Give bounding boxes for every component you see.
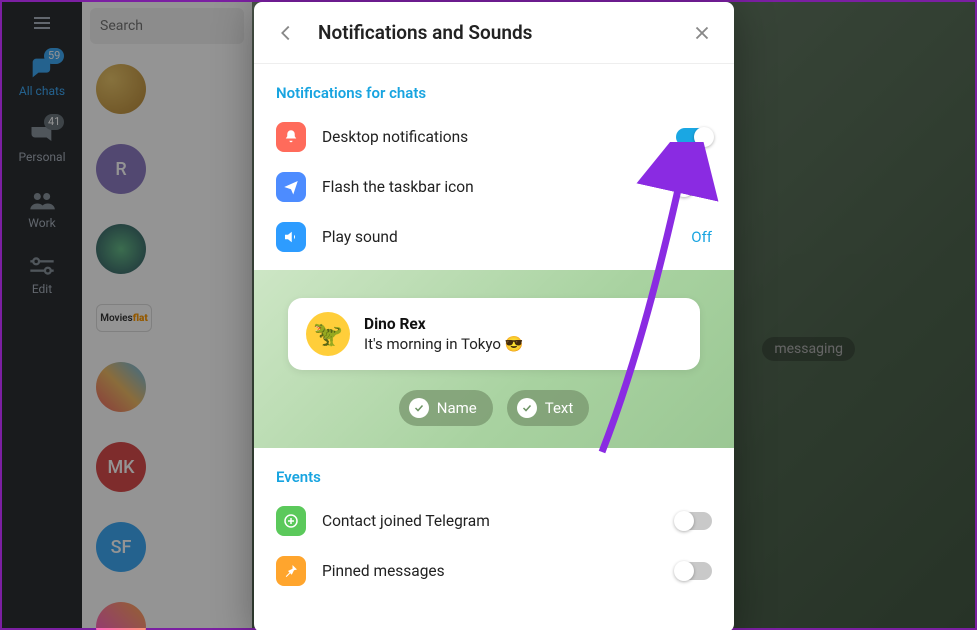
row-label: Contact joined Telegram [322, 512, 676, 530]
back-button[interactable] [272, 19, 300, 47]
settings-modal: Notifications and Sounds Notifications f… [254, 2, 734, 630]
section-title-notifications: Notifications for chats [254, 64, 734, 112]
row-label: Flash the taskbar icon [322, 178, 676, 196]
row-label: Desktop notifications [322, 128, 676, 146]
plus-icon [276, 506, 306, 536]
chip-label: Text [545, 399, 574, 417]
check-icon [517, 398, 537, 418]
chip-label: Name [437, 399, 477, 417]
toggle-switch[interactable] [676, 178, 712, 196]
chip-name[interactable]: Name [399, 390, 493, 426]
toggle-switch[interactable] [676, 562, 712, 580]
toggle-switch[interactable] [676, 512, 712, 530]
pin-icon [276, 556, 306, 586]
modal-title: Notifications and Sounds [318, 21, 670, 44]
row-label: Play sound [322, 228, 691, 246]
speaker-icon [276, 222, 306, 252]
close-button[interactable] [688, 19, 716, 47]
notification-preview-card: 🦖 Dino Rex It's morning in Tokyo 😎 [288, 298, 700, 370]
row-play-sound[interactable]: Play sound Off [254, 212, 734, 262]
row-flash-taskbar[interactable]: Flash the taskbar icon [254, 162, 734, 212]
row-pinned-messages[interactable]: Pinned messages [254, 546, 734, 596]
send-icon [276, 172, 306, 202]
preview-avatar: 🦖 [306, 312, 350, 356]
row-label: Pinned messages [322, 562, 676, 580]
row-desktop-notifications[interactable]: Desktop notifications [254, 112, 734, 162]
check-icon [409, 398, 429, 418]
chip-text[interactable]: Text [507, 390, 590, 426]
row-end-value: Off [691, 228, 712, 246]
notification-preview-area: 🦖 Dino Rex It's morning in Tokyo 😎 Name … [254, 270, 734, 448]
modal-header: Notifications and Sounds [254, 2, 734, 64]
section-title-events: Events [254, 448, 734, 496]
preview-name: Dino Rex [364, 315, 523, 333]
toggle-switch[interactable] [676, 128, 712, 146]
preview-message: It's morning in Tokyo 😎 [364, 335, 523, 353]
row-contact-joined[interactable]: Contact joined Telegram [254, 496, 734, 546]
bell-icon [276, 122, 306, 152]
